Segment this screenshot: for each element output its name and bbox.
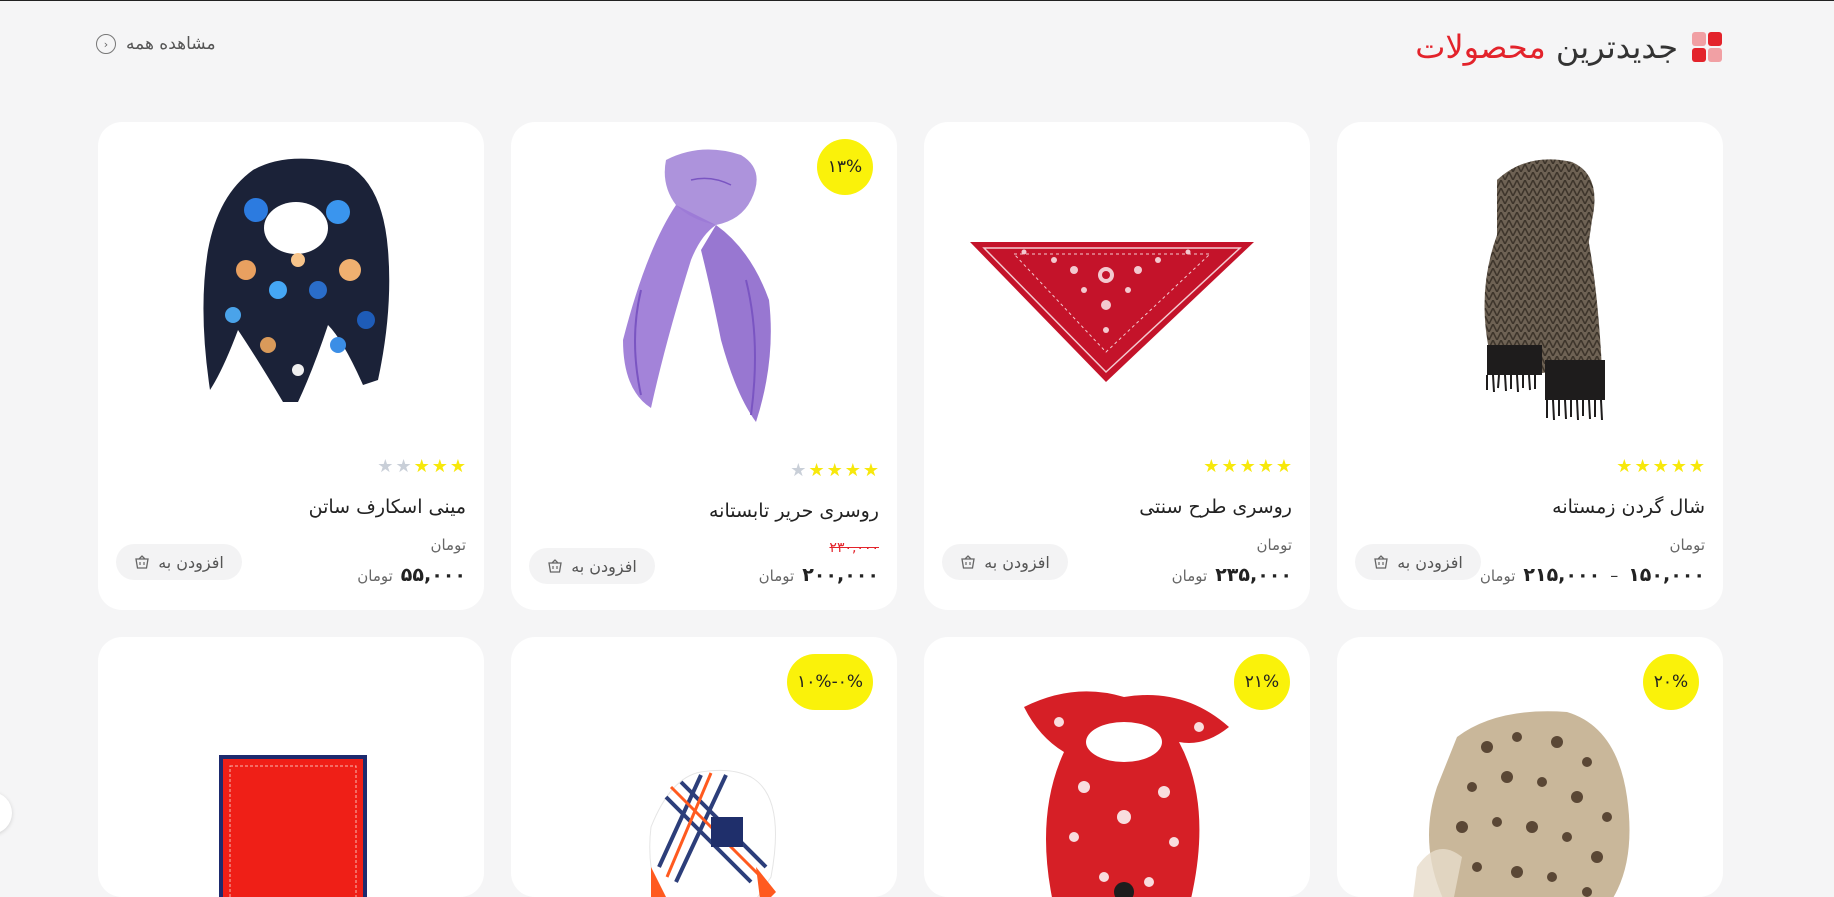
price-separator: – [1610,566,1619,585]
star-icon: ★ [1221,456,1238,477]
price-currency: تومان [1479,567,1516,585]
star-icon: ★ [790,460,807,481]
price: ۲۳۵,۰۰۰ تومان [1172,564,1292,586]
grid-icon [1692,32,1722,62]
currency-label: تومان [1256,536,1292,554]
chevron-left-icon: ‹ [96,34,116,54]
title-accent: محصولات [1415,28,1546,66]
star-icon: ★ [1688,456,1705,477]
product-image-satin-mini-scarf [203,158,390,402]
product-card[interactable]: ۱۳% ★ ★ ★ ★ ★ روسری حریر تابستانه ۲۳۰,۰۰۰ ۲۰… [511,122,897,610]
product-name[interactable]: مینی اسکارف ساتن [309,496,466,518]
price-currency: تومان [1171,567,1208,585]
add-to-cart-button[interactable]: افزودن به [942,544,1068,580]
basket-icon [1374,555,1388,569]
view-all-label: مشاهده همه [126,34,216,54]
add-to-cart-button[interactable]: افزودن به [529,548,655,584]
price-currency: تومان [758,567,795,585]
product-image-summer-silk-scarf [623,149,771,422]
product-image-winter-shawl [1484,159,1605,421]
star-icon: ★ [1257,456,1274,477]
product-image-leopard-scarf [1413,711,1630,897]
rating-stars: ★ ★ ★ ★ ★ [377,458,466,476]
add-to-cart-label: افزودن به [571,556,637,576]
product-card[interactable] [98,637,484,897]
product-image-plaid-scarf [649,769,776,897]
section-title: جدیدترین محصولات [1415,22,1722,72]
product-name[interactable]: روسری طرح سنتی [1139,496,1292,518]
product-name[interactable]: شال گردن زمستانه [1552,496,1705,518]
product-card[interactable]: ۲۰% [1337,637,1723,897]
currency-label: تومان [1669,536,1705,554]
star-icon: ★ [844,460,861,481]
price: ۲۰۰,۰۰۰ تومان [759,564,879,586]
product-image-red-square-scarf [219,755,367,897]
star-icon: ★ [1652,456,1669,477]
star-icon: ★ [377,456,394,477]
price-value: ۲۰۰,۰۰۰ [802,564,879,586]
old-price: ۲۳۰,۰۰۰ [829,540,879,556]
add-to-cart-label: افزودن به [1397,552,1463,572]
price-min: ۱۵۰,۰۰۰ [1628,564,1705,586]
product-name[interactable]: روسری حریر تابستانه [709,500,879,522]
product-image-traditional-scarf [970,242,1254,382]
add-to-cart-label: افزودن به [984,552,1050,572]
title-plain: جدیدترین [1555,28,1678,66]
add-to-cart-label: افزودن به [158,552,224,572]
add-to-cart-button[interactable]: افزودن به [1355,544,1481,580]
price-max: ۲۱۵,۰۰۰ [1523,564,1601,586]
price-value: ۵۵,۰۰۰ [400,564,466,586]
product-image-red-paisley-scarf [1024,691,1229,897]
add-to-cart-button[interactable]: افزودن به [116,544,242,580]
currency-label: تومان [430,536,466,554]
product-card[interactable]: ★ ★ ★ ★ ★ مینی اسکارف ساتن تومان ۵۵,۰۰۰ توما… [98,122,484,610]
top-border [0,0,1834,1]
page-title: جدیدترین محصولات [1415,28,1678,66]
product-card[interactable]: ★ ★ ★ ★ ★ شال گردن زمستانه تومان ۱۵۰,۰۰۰ – ۲… [1337,122,1723,610]
basket-icon [961,555,975,569]
star-icon: ★ [826,460,843,481]
basket-icon [135,555,149,569]
rating-stars: ★ ★ ★ ★ ★ [790,462,879,480]
price-range: ۱۵۰,۰۰۰ – ۲۱۵,۰۰۰ تومان [1480,564,1705,586]
star-icon: ★ [808,460,825,481]
section-header: جدیدترین محصولات مشاهده همه ‹ [96,22,1722,72]
price: ۵۵,۰۰۰ تومان [357,564,466,586]
side-scroll-tab[interactable] [0,792,12,834]
basket-icon [548,559,562,573]
star-icon: ★ [449,456,466,477]
star-icon: ★ [1275,456,1292,477]
star-icon: ★ [395,456,412,477]
star-icon: ★ [1203,456,1220,477]
view-all-link[interactable]: مشاهده همه ‹ [96,34,216,54]
star-icon: ★ [1634,456,1651,477]
rating-stars: ★ ★ ★ ★ ★ [1616,458,1705,476]
star-icon: ★ [431,456,448,477]
star-icon: ★ [1239,456,1256,477]
star-icon: ★ [862,460,879,481]
product-card[interactable]: ۲۱% [924,637,1310,897]
product-card[interactable]: ★ ★ ★ ★ ★ روسری طرح سنتی تومان ۲۳۵,۰۰۰ تومان… [924,122,1310,610]
product-card[interactable]: ۱۰%-۰% [511,637,897,897]
star-icon: ★ [1670,456,1687,477]
star-icon: ★ [413,456,430,477]
rating-stars: ★ ★ ★ ★ ★ [1203,458,1292,476]
price-value: ۲۳۵,۰۰۰ [1215,564,1292,586]
price-currency: تومان [357,567,393,585]
star-icon: ★ [1616,456,1633,477]
